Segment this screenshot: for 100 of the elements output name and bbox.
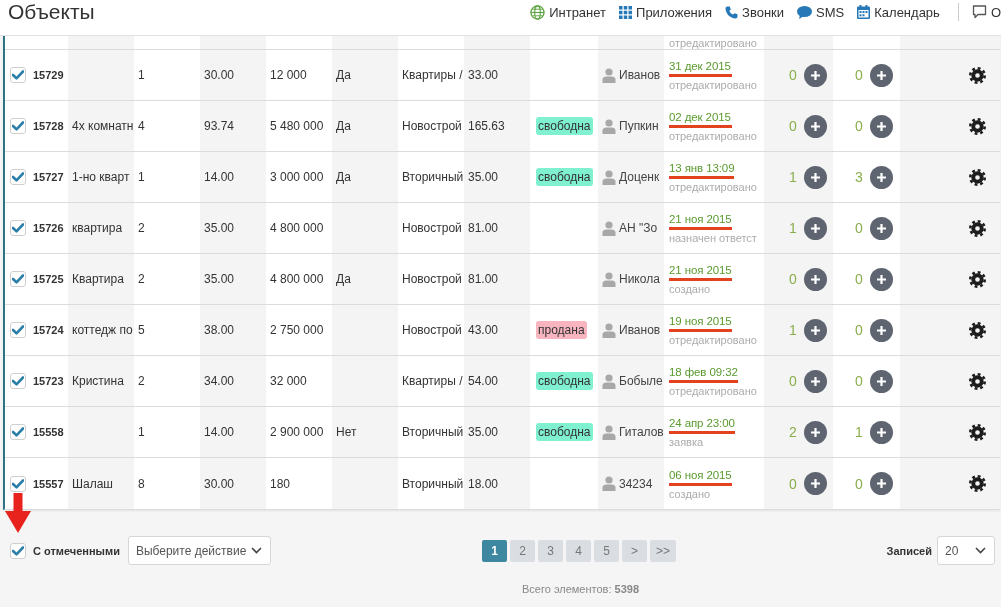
settings-icon[interactable] — [969, 219, 986, 237]
cell-text: 15558 — [33, 426, 64, 438]
add-button[interactable] — [870, 267, 893, 291]
cell-text: 1 — [138, 170, 145, 184]
cell-text: Да — [336, 272, 351, 286]
date-text: 18 фев 09:32 — [669, 365, 738, 383]
count-text: 1 — [789, 220, 798, 236]
add-button[interactable] — [804, 420, 827, 444]
date-text: 06 ноя 2015 — [669, 467, 732, 486]
count-text: 0 — [789, 373, 798, 389]
cell-text: 30.00 — [204, 476, 235, 491]
per-page-select[interactable]: 20 — [937, 536, 995, 565]
settings-icon[interactable] — [969, 168, 986, 186]
cell-text: 34.00 — [204, 374, 235, 388]
add-button[interactable] — [870, 114, 893, 138]
status-note: отредактировано — [669, 37, 757, 49]
count-text: 0 — [855, 67, 864, 83]
row-checkbox[interactable] — [10, 67, 26, 83]
date-text: 24 апр 23:00 — [669, 416, 735, 434]
plus-icon — [877, 427, 886, 437]
user-icon — [602, 476, 616, 491]
status-tag: продана — [536, 321, 587, 339]
row-checkbox[interactable] — [10, 271, 26, 287]
add-button[interactable] — [870, 472, 893, 495]
add-button[interactable] — [804, 63, 827, 87]
row-checkbox[interactable] — [10, 373, 26, 389]
settings-icon[interactable] — [969, 66, 986, 84]
status-note: отредактировано — [669, 334, 757, 346]
add-button[interactable] — [870, 63, 893, 87]
user-icon — [602, 424, 616, 440]
settings-icon[interactable] — [969, 372, 986, 390]
status-note: назначен ответст — [669, 232, 757, 244]
count-text: 0 — [855, 271, 864, 287]
settings-icon[interactable] — [969, 423, 986, 441]
plus-icon — [877, 479, 886, 488]
cell-text: 54.00 — [468, 374, 499, 388]
count-text: 1 — [855, 424, 864, 440]
add-button[interactable] — [804, 318, 827, 342]
add-button[interactable] — [870, 165, 893, 189]
row-checkbox[interactable] — [10, 475, 26, 492]
date-text: 21 ноя 2015 — [669, 212, 732, 230]
plus-icon — [811, 274, 820, 284]
cell-text: 5 — [138, 323, 145, 337]
nav-link[interactable]: Приложения — [619, 4, 713, 20]
add-button[interactable] — [804, 165, 827, 189]
plus-icon — [811, 223, 820, 233]
page-button[interactable]: 1 — [482, 539, 507, 562]
status-tag: свободна — [536, 117, 593, 135]
user-icon — [602, 118, 616, 134]
row-checkbox[interactable] — [10, 322, 26, 338]
action-select[interactable]: Выберите действие — [127, 536, 271, 565]
cell-text: 1 — [138, 425, 145, 439]
add-button[interactable] — [870, 369, 893, 393]
per-page-label: Записей — [886, 544, 932, 557]
cell-text: 38.00 — [204, 323, 235, 337]
plus-icon — [877, 172, 886, 182]
row-checkbox[interactable] — [10, 424, 26, 440]
settings-icon[interactable] — [969, 117, 986, 135]
cell-text: 35.00 — [468, 170, 499, 184]
add-button[interactable] — [804, 216, 827, 240]
row-checkbox[interactable] — [10, 169, 26, 185]
cell-text: 15726 — [33, 222, 64, 234]
row-checkbox[interactable] — [10, 118, 26, 134]
status-note: заявка — [669, 436, 704, 448]
cell-text: Шалаш — [72, 476, 113, 491]
add-button[interactable] — [870, 216, 893, 240]
count-text: 2 — [789, 424, 798, 440]
nav-link[interactable]: SMS — [797, 4, 845, 20]
cell-text: Новострой — [402, 119, 462, 133]
add-button[interactable] — [870, 318, 893, 342]
cell-text: 4 — [138, 119, 145, 133]
cell-text: 14.00 — [204, 170, 235, 184]
settings-icon[interactable] — [969, 270, 986, 288]
nav-link[interactable]: О — [971, 4, 1001, 20]
user-icon — [602, 322, 616, 338]
date-text: 21 ноя 2015 — [669, 263, 732, 281]
grid-icon — [619, 5, 633, 19]
nav-link[interactable]: Интранет — [530, 4, 607, 20]
add-button[interactable] — [804, 369, 827, 393]
plus-icon — [811, 70, 820, 80]
date-text: 19 ноя 2015 — [669, 314, 732, 332]
row-checkbox[interactable] — [10, 220, 26, 236]
add-button[interactable] — [804, 267, 827, 291]
settings-icon[interactable] — [969, 475, 986, 492]
user-icon — [602, 220, 616, 236]
select-all-checkbox[interactable] — [10, 542, 26, 559]
settings-icon[interactable] — [969, 321, 986, 339]
page-button[interactable]: >> — [650, 539, 676, 562]
cell-text: Кристина — [72, 374, 124, 388]
cell-text: 8 — [138, 476, 145, 491]
nav-link[interactable]: Звонки — [725, 4, 785, 20]
add-button[interactable] — [804, 472, 827, 495]
page-button[interactable]: > — [622, 539, 647, 562]
count-text: 0 — [855, 220, 864, 236]
cell-text: 5 480 000 — [270, 119, 324, 133]
add-button[interactable] — [804, 114, 827, 138]
cell-text: 15729 — [33, 69, 64, 81]
nav-link[interactable]: Календарь — [857, 4, 940, 20]
add-button[interactable] — [870, 420, 893, 444]
cell-text: 165.63 — [468, 119, 505, 133]
